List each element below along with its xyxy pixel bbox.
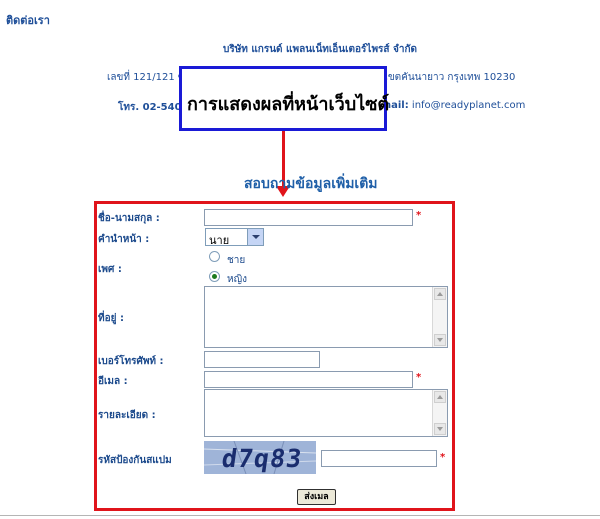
email-line: nail: info@readyplanet.com: [384, 100, 525, 111]
phone-label: เบอร์โทรศัพท์ :: [98, 356, 164, 367]
captcha-image: d7q83: [204, 441, 316, 474]
details-textarea[interactable]: [204, 389, 448, 437]
scroll-up-icon[interactable]: [434, 391, 446, 403]
email-input[interactable]: [204, 371, 413, 388]
name-required-mark: *: [416, 210, 422, 221]
address-scrollbar[interactable]: [432, 287, 447, 347]
captcha-required-mark: *: [440, 452, 446, 463]
page-title: ติดต่อเรา: [6, 14, 50, 27]
scroll-up-icon[interactable]: [434, 288, 446, 300]
details-label: รายละเอียด :: [98, 410, 156, 421]
captcha-input[interactable]: [321, 450, 437, 467]
gender-male-label: ชาย: [227, 255, 246, 266]
captcha-label: รหัสป้องกันสแปม: [98, 455, 172, 466]
form-heading: สอบถามข้อมูลเพิ่มเติม: [244, 176, 378, 192]
email-required-mark: *: [416, 372, 422, 383]
gender-label: เพศ :: [98, 264, 122, 275]
title-label: คำนำหน้า :: [98, 234, 150, 245]
address-line-left: เลขที่ 121/121 ซ: [107, 72, 185, 83]
gender-female-label: หญิง: [227, 274, 247, 285]
gender-female-radio[interactable]: [209, 271, 220, 282]
footer-divider: [0, 515, 600, 516]
scroll-down-icon[interactable]: [434, 423, 446, 435]
scroll-down-icon[interactable]: [434, 334, 446, 346]
phone-line: โทร. 02-540-: [118, 102, 186, 113]
submit-button[interactable]: ส่งเมล: [297, 489, 336, 505]
captcha-text: d7q83: [219, 444, 305, 473]
email-field-label: อีเมล :: [98, 376, 128, 387]
company-name: บริษัท แกรนด์ แพลนเน็ทเอ็นเตอร์ไพรส์ จำก…: [222, 44, 418, 55]
title-select[interactable]: นาย: [205, 228, 264, 247]
address-label: ที่อยู่ :: [98, 313, 124, 324]
email-link[interactable]: info@readyplanet.com: [412, 100, 525, 111]
address-line-right: าว เขตคันนายาว กรุงเทพ 10230: [370, 72, 516, 83]
address-textarea[interactable]: [204, 286, 448, 348]
gender-male-radio[interactable]: [209, 251, 220, 262]
callout-box: การแสดงผลที่หน้าเว็บไซต์: [179, 66, 389, 131]
name-label: ชื่อ-นามสกุล :: [98, 213, 160, 224]
name-input[interactable]: [204, 209, 413, 226]
details-scrollbar[interactable]: [432, 390, 447, 436]
phone-input[interactable]: [204, 351, 320, 368]
title-select-value: นาย: [209, 234, 230, 247]
chevron-down-icon[interactable]: [247, 229, 263, 245]
